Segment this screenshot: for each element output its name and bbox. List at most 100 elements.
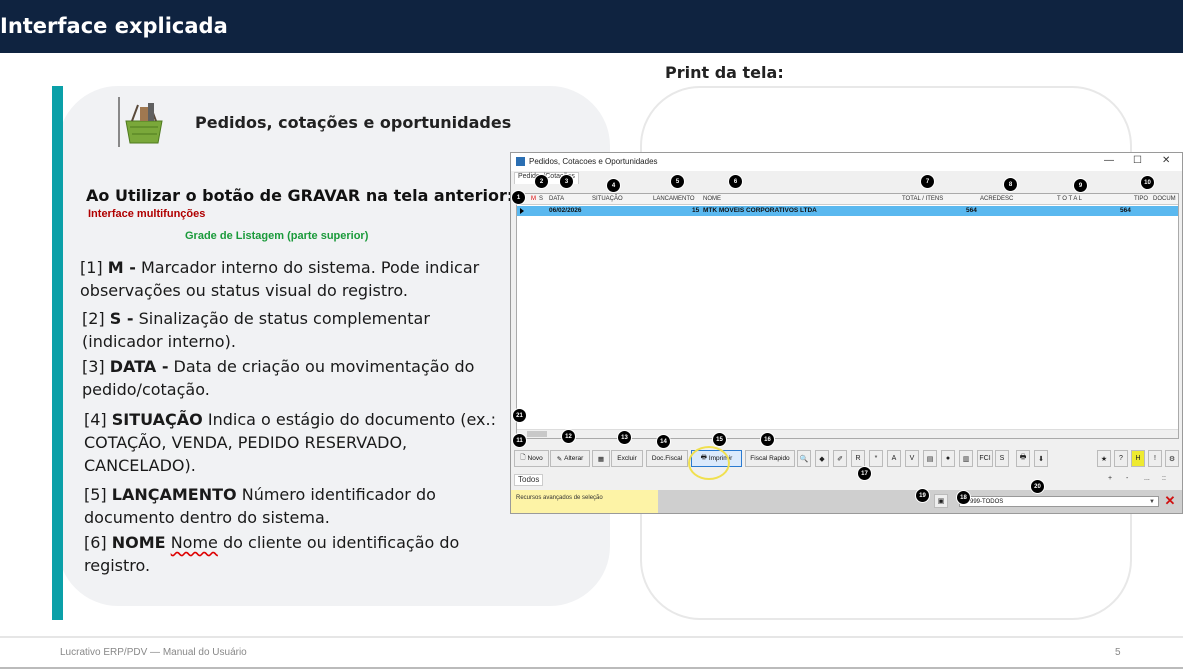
new-doc-icon: 🗋 bbox=[520, 454, 526, 461]
close-icon[interactable]: ✕ bbox=[1162, 155, 1170, 166]
more-mini-button[interactable]: ... bbox=[1144, 475, 1150, 482]
marker-12: 12 bbox=[561, 429, 576, 444]
marker-14: 14 bbox=[656, 434, 671, 449]
window-title: Pedidos, Cotacoes e Oportunidades bbox=[529, 157, 658, 166]
orange-icon[interactable]: ● bbox=[941, 450, 955, 467]
app-window-icon bbox=[516, 157, 525, 166]
marker-7: 7 bbox=[920, 174, 935, 189]
status-bar bbox=[511, 490, 658, 513]
maximize-icon[interactable]: ☐ bbox=[1133, 155, 1142, 166]
desc-item-4: [4] SITUAÇÃO Indica o estágio do documen… bbox=[84, 410, 496, 475]
a-button[interactable]: A bbox=[887, 450, 901, 467]
star-button[interactable]: * bbox=[869, 450, 883, 467]
col-data[interactable]: DATA bbox=[549, 196, 564, 202]
screenshot-window: Pedidos, Cotacoes e Oportunidades — ☐ ✕ … bbox=[510, 152, 1183, 514]
chart-icon[interactable]: ▥ bbox=[959, 450, 973, 467]
plus-mini-button[interactable]: + bbox=[1108, 475, 1112, 482]
highlight-icon[interactable]: H bbox=[1131, 450, 1145, 467]
marker-17: 17 bbox=[857, 466, 872, 481]
v-button[interactable]: V bbox=[905, 450, 919, 467]
pencil-icon[interactable]: ✐ bbox=[833, 450, 847, 467]
col-s[interactable]: S bbox=[539, 196, 543, 202]
edit-icon: ✎ bbox=[556, 455, 563, 463]
export-icon[interactable]: ⬇ bbox=[1034, 450, 1048, 467]
table-row[interactable]: 06/02/2026 15 MTK MOVEIS CORPORATIVOS LT… bbox=[517, 206, 1178, 216]
marker-15: 15 bbox=[712, 432, 727, 447]
col-docum[interactable]: DOCUM bbox=[1153, 196, 1176, 202]
tab-todos[interactable]: Todos bbox=[514, 474, 544, 486]
fci-button[interactable]: FCI bbox=[977, 450, 993, 467]
fiscal-rapido-button[interactable]: Fiscal Rapido bbox=[745, 450, 795, 467]
marker-5: 5 bbox=[670, 174, 685, 189]
window-titlebar: Pedidos, Cotacoes e Oportunidades — ☐ ✕ bbox=[511, 153, 1182, 171]
accent-bar bbox=[52, 86, 63, 620]
marker-21: 21 bbox=[512, 408, 527, 423]
grid-mini-button[interactable]: :: bbox=[1162, 475, 1166, 482]
marker-18: 18 bbox=[956, 490, 971, 505]
footer-text: Lucrativo ERP/PDV — Manual do Usuário bbox=[60, 647, 247, 658]
marker-19: 19 bbox=[915, 488, 930, 503]
cell-lancamento: 15 bbox=[692, 207, 700, 214]
subtitle-multifunction: Interface multifunções bbox=[88, 208, 206, 220]
document-icon[interactable]: ▤ bbox=[923, 450, 937, 467]
top-bar: Interface explicada bbox=[0, 0, 1183, 53]
tools-icon[interactable]: ⚙ bbox=[1165, 450, 1179, 467]
desc-item-2: [2] S - Sinalização de status complement… bbox=[82, 309, 430, 351]
filter-icon[interactable]: ▣ bbox=[934, 494, 948, 508]
alert-icon[interactable]: ! bbox=[1148, 450, 1162, 467]
grid-header: M S DATA SITUAÇÃO LANCAMENTO NOME TOTAL … bbox=[517, 194, 1178, 205]
section-heading: Ao Utilizar o botão de GRAVAR na tela an… bbox=[86, 186, 514, 205]
col-m[interactable]: M bbox=[531, 196, 536, 202]
novo-button[interactable]: 🗋 Novo bbox=[514, 450, 549, 467]
listing-grid: M S DATA SITUAÇÃO LANCAMENTO NOME TOTAL … bbox=[516, 193, 1179, 439]
desc-item-6: [6] NOME Nome do cliente ou identificaçã… bbox=[84, 533, 460, 575]
minus-mini-button[interactable]: - bbox=[1126, 475, 1128, 482]
col-lancamento[interactable]: LANCAMENTO bbox=[653, 196, 695, 202]
marker-8: 8 bbox=[1003, 177, 1018, 192]
help-icon[interactable]: ? bbox=[1114, 450, 1128, 467]
marker-16: 16 bbox=[760, 432, 775, 447]
marker-9: 9 bbox=[1073, 178, 1088, 193]
shopping-basket-icon bbox=[118, 97, 163, 147]
print-queue-icon[interactable]: 🖶 bbox=[1016, 450, 1030, 467]
highlight-circle bbox=[688, 446, 730, 480]
marker-3: 3 bbox=[559, 174, 574, 189]
paint-icon[interactable]: ◆ bbox=[815, 450, 829, 467]
marker-11: 11 bbox=[512, 433, 527, 448]
footer-divider bbox=[0, 636, 1183, 638]
marker-1: 1 bbox=[511, 190, 526, 205]
col-situacao[interactable]: SITUAÇÃO bbox=[592, 196, 623, 202]
desc-item-5: [5] LANÇAMENTO Número identificador do d… bbox=[84, 485, 436, 527]
print-label: Print da tela: bbox=[665, 63, 784, 82]
marker-20: 20 bbox=[1030, 479, 1045, 494]
col-nome[interactable]: NOME bbox=[703, 196, 721, 202]
col-tipo[interactable]: TIPO bbox=[1134, 196, 1148, 202]
r-button[interactable]: R bbox=[851, 450, 865, 467]
page-number: 5 bbox=[1115, 647, 1121, 658]
desc-item-3: [3] DATA - Data de criação ou movimentaç… bbox=[82, 357, 475, 399]
col-acredesc[interactable]: ACREDESC bbox=[980, 196, 1013, 202]
module-title: Pedidos, cotações e oportunidades bbox=[195, 113, 512, 132]
chevron-down-icon: ▼ bbox=[1149, 499, 1155, 505]
subtitle-grid: Grade de Listagem (parte superior) bbox=[185, 230, 369, 242]
status-text: Recursos avançados de seleção bbox=[516, 495, 603, 501]
cell-nome: MTK MOVEIS CORPORATIVOS LTDA bbox=[703, 207, 817, 214]
search-icon[interactable]: 🔍 bbox=[797, 450, 811, 467]
s-button[interactable]: S bbox=[995, 450, 1009, 467]
favorite-icon[interactable]: ★ bbox=[1097, 450, 1111, 467]
marker-13: 13 bbox=[617, 430, 632, 445]
scrollbar-thumb[interactable] bbox=[527, 431, 547, 437]
marker-4: 4 bbox=[606, 178, 621, 193]
calendar-icon[interactable]: ▦ bbox=[592, 450, 610, 467]
col-total[interactable]: T O T A L bbox=[1057, 196, 1082, 202]
close-filter-icon[interactable]: ✕ bbox=[1163, 494, 1177, 508]
cell-total: 564 bbox=[1120, 207, 1131, 214]
doc-fiscal-button[interactable]: Doc.Fiscal bbox=[646, 450, 688, 467]
filter-combo[interactable]: 999-TODOS ▼ bbox=[959, 496, 1159, 507]
excluir-button[interactable]: Excluir bbox=[611, 450, 643, 467]
minimize-icon[interactable]: — bbox=[1104, 155, 1114, 166]
page-title: Interface explicada bbox=[0, 14, 228, 38]
action-toolbar: 🗋 Novo ✎ Alterar ▦ Excluir Doc.Fiscal 🖶 Imp… bbox=[514, 450, 1181, 468]
alterar-button[interactable]: ✎ Alterar bbox=[550, 450, 590, 467]
col-total-itens[interactable]: TOTAL / ITENS bbox=[902, 196, 943, 202]
